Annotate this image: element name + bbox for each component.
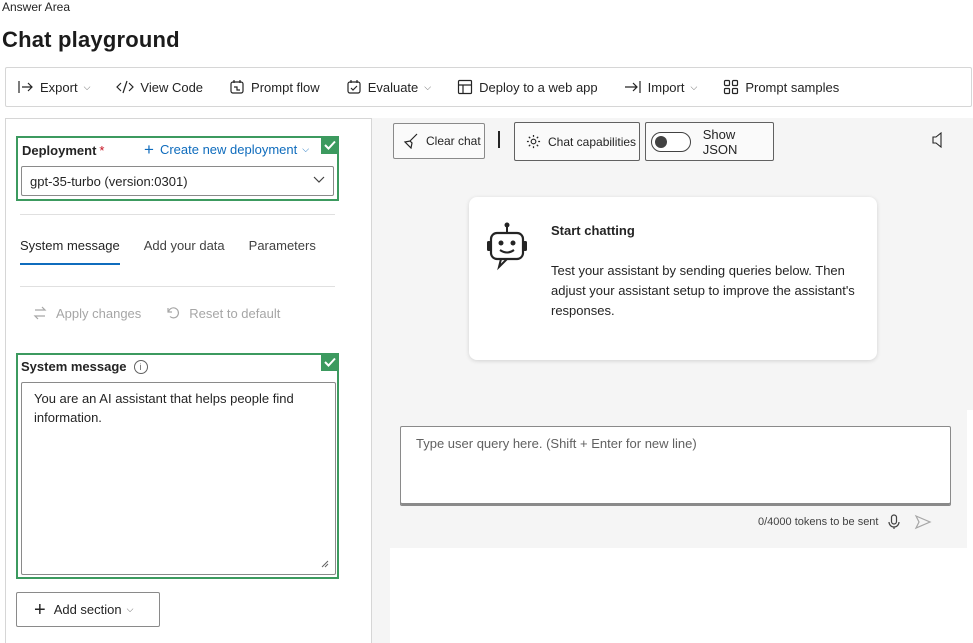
- speaker-icon[interactable]: [931, 132, 945, 148]
- toggle-switch[interactable]: [651, 131, 691, 152]
- export-label: Export: [40, 79, 78, 95]
- export-button[interactable]: Export ⌵: [18, 80, 90, 95]
- chevron-down-icon: ⌵: [83, 81, 91, 92]
- add-section-label: Add section: [53, 602, 122, 617]
- reset-icon: [167, 307, 180, 319]
- chat-capabilities-button[interactable]: Chat capabilities: [514, 122, 640, 161]
- plus-icon: +: [34, 598, 46, 621]
- evaluate-label: Evaluate: [367, 79, 419, 95]
- chevron-down-icon: ⌵: [690, 81, 698, 92]
- gear-icon: [526, 134, 541, 149]
- add-section-button[interactable]: + Add section ⌵: [16, 592, 160, 627]
- prompt-samples-button[interactable]: Prompt samples: [723, 79, 839, 95]
- deployment-select[interactable]: gpt-35-turbo (version:0301): [21, 166, 334, 196]
- apply-changes-label: Apply changes: [56, 305, 142, 321]
- deploy-web-app-button[interactable]: Deploy to a web app: [457, 79, 598, 95]
- system-message-label-text: System message: [21, 359, 127, 374]
- start-chatting-card: Start chatting Test your assistant by se…: [469, 197, 877, 360]
- prompt-samples-label: Prompt samples: [745, 79, 840, 95]
- info-icon[interactable]: i: [133, 359, 148, 374]
- export-icon: [18, 81, 33, 93]
- checkmark-icon: [321, 136, 339, 154]
- user-query-input[interactable]: [416, 436, 936, 451]
- system-message-label: System message i: [21, 359, 148, 374]
- evaluate-icon: [347, 80, 361, 94]
- microphone-icon[interactable]: [888, 514, 901, 530]
- system-message-textarea[interactable]: You are an AI assistant that helps peopl…: [21, 382, 336, 575]
- start-chatting-body: Test your assistant by sending queries b…: [551, 263, 855, 318]
- show-json-label: Show JSON: [702, 126, 738, 157]
- import-button[interactable]: Import ⌵: [624, 79, 698, 95]
- required-mark: *: [99, 143, 105, 158]
- evaluate-button[interactable]: Evaluate ⌵: [346, 79, 431, 95]
- start-chatting-title: Start chatting: [551, 223, 635, 238]
- clear-chat-button[interactable]: Clear chat: [393, 123, 485, 159]
- plus-icon: +: [144, 140, 154, 159]
- view-code-button[interactable]: View Code: [116, 80, 203, 95]
- prompt-flow-label: Prompt flow: [251, 79, 320, 95]
- tab-system-message[interactable]: System message: [20, 238, 120, 265]
- answer-area-label: Answer Area: [2, 0, 71, 14]
- reset-default-label: Reset to default: [189, 305, 281, 321]
- create-deployment-link[interactable]: + Create new deployment ⌵: [144, 140, 310, 159]
- import-label: Import: [647, 79, 685, 95]
- clear-chat-label: Clear chat: [426, 134, 481, 148]
- system-message-text: You are an AI assistant that helps peopl…: [34, 391, 294, 425]
- tab-parameters[interactable]: Parameters: [249, 238, 316, 265]
- token-counter-row: 0/4000 tokens to be sent: [758, 514, 933, 530]
- setup-tabs: System message Add your data Parameters: [20, 238, 340, 265]
- show-json-toggle[interactable]: Show JSON: [645, 122, 774, 161]
- toolbar-separator: [498, 131, 500, 148]
- divider: [20, 214, 335, 215]
- view-code-label: View Code: [140, 79, 204, 95]
- chat-panel-overlay-side: [967, 410, 973, 548]
- chevron-down-icon: ⌵: [302, 144, 310, 154]
- deployment-label-text: Deployment: [22, 143, 97, 158]
- top-toolbar: Export ⌵ View Code Prompt flow Evaluate …: [5, 67, 972, 107]
- chevron-down-icon: ⌵: [424, 81, 432, 92]
- token-count: 0/4000 tokens to be sent: [758, 516, 879, 528]
- divider: [20, 286, 335, 287]
- broom-icon: [403, 133, 418, 149]
- apply-changes-button[interactable]: Apply changes: [32, 305, 141, 321]
- send-icon[interactable]: [914, 514, 933, 530]
- system-message-actions: Apply changes Reset to default: [32, 305, 304, 321]
- user-query-box[interactable]: [400, 426, 951, 506]
- toggle-knob: [655, 135, 667, 148]
- deploy-web-app-label: Deploy to a web app: [479, 79, 598, 95]
- chat-capabilities-label: Chat capabilities: [548, 134, 637, 149]
- code-icon: [116, 80, 135, 94]
- create-deployment-label: Create new deployment: [159, 142, 298, 157]
- page-title: Chat playground: [2, 27, 180, 52]
- chevron-down-icon: ⌵: [126, 604, 134, 614]
- deployment-label: Deployment *: [22, 143, 104, 158]
- reset-default-button[interactable]: Reset to default: [165, 305, 280, 321]
- system-message-section: System message i You are an AI assistant…: [16, 353, 339, 579]
- sync-icon: [33, 306, 47, 320]
- chevron-down-icon: [313, 176, 325, 183]
- checkmark-icon: [321, 353, 339, 371]
- web-app-icon: [458, 79, 473, 95]
- resize-handle-icon[interactable]: [321, 560, 329, 568]
- tab-add-your-data[interactable]: Add your data: [144, 238, 225, 265]
- chat-panel-overlay: [390, 548, 973, 643]
- deployment-section: Deployment * + Create new deployment ⌵ gp…: [16, 136, 339, 201]
- deployment-selected-value: gpt-35-turbo (version:0301): [30, 174, 188, 189]
- samples-icon: [724, 79, 739, 95]
- prompt-flow-button[interactable]: Prompt flow: [229, 79, 320, 95]
- import-icon: [624, 81, 641, 93]
- robot-icon: [487, 222, 527, 271]
- prompt-flow-icon: [230, 80, 244, 94]
